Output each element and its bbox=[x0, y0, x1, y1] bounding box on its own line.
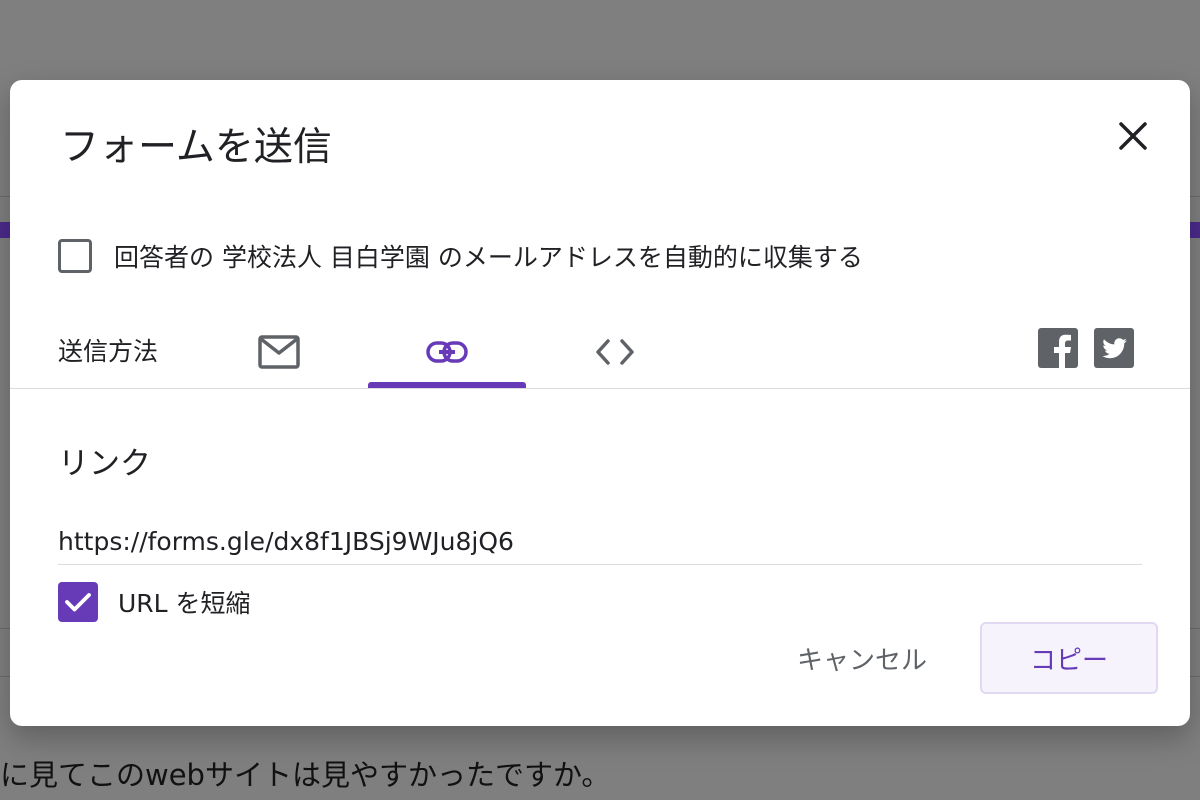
link-icon bbox=[426, 341, 468, 363]
close-icon bbox=[1119, 122, 1147, 150]
dialog-title: フォームを送信 bbox=[60, 125, 332, 170]
mail-icon bbox=[258, 335, 300, 369]
facebook-icon bbox=[1038, 328, 1078, 368]
share-facebook-button[interactable] bbox=[1038, 328, 1078, 368]
shorten-url-option[interactable]: URL を短縮 bbox=[58, 582, 251, 622]
copy-button[interactable]: コピー bbox=[980, 622, 1158, 694]
form-url-field[interactable] bbox=[58, 518, 1142, 565]
tabs-divider bbox=[10, 388, 1190, 389]
background-question-text: に見てこのwebサイトは見やすかったですか。 bbox=[0, 758, 611, 792]
collect-email-label: 回答者の 学校法人 目白学園 のメールアドレスを自動的に収集する bbox=[114, 243, 863, 272]
embed-code-icon bbox=[596, 339, 634, 365]
close-button[interactable] bbox=[1113, 116, 1153, 156]
tab-link[interactable] bbox=[368, 316, 526, 388]
twitter-icon bbox=[1094, 328, 1134, 368]
send-via-label: 送信方法 bbox=[58, 337, 159, 366]
send-form-dialog: フォームを送信 回答者の 学校法人 目白学園 のメールアドレスを自動的に収集する… bbox=[10, 80, 1190, 726]
tab-embed[interactable] bbox=[536, 316, 694, 388]
share-twitter-button[interactable] bbox=[1094, 328, 1134, 368]
cancel-button[interactable]: キャンセル bbox=[772, 632, 952, 684]
collect-email-option[interactable]: 回答者の 学校法人 目白学園 のメールアドレスを自動的に収集する bbox=[58, 236, 863, 276]
link-section-title: リンク bbox=[58, 446, 151, 482]
checkmark-icon bbox=[65, 593, 91, 612]
collect-email-checkbox[interactable] bbox=[58, 239, 92, 273]
tab-email[interactable] bbox=[200, 316, 358, 388]
shorten-url-checkbox[interactable] bbox=[58, 582, 98, 622]
shorten-url-label: URL を短縮 bbox=[118, 589, 251, 618]
